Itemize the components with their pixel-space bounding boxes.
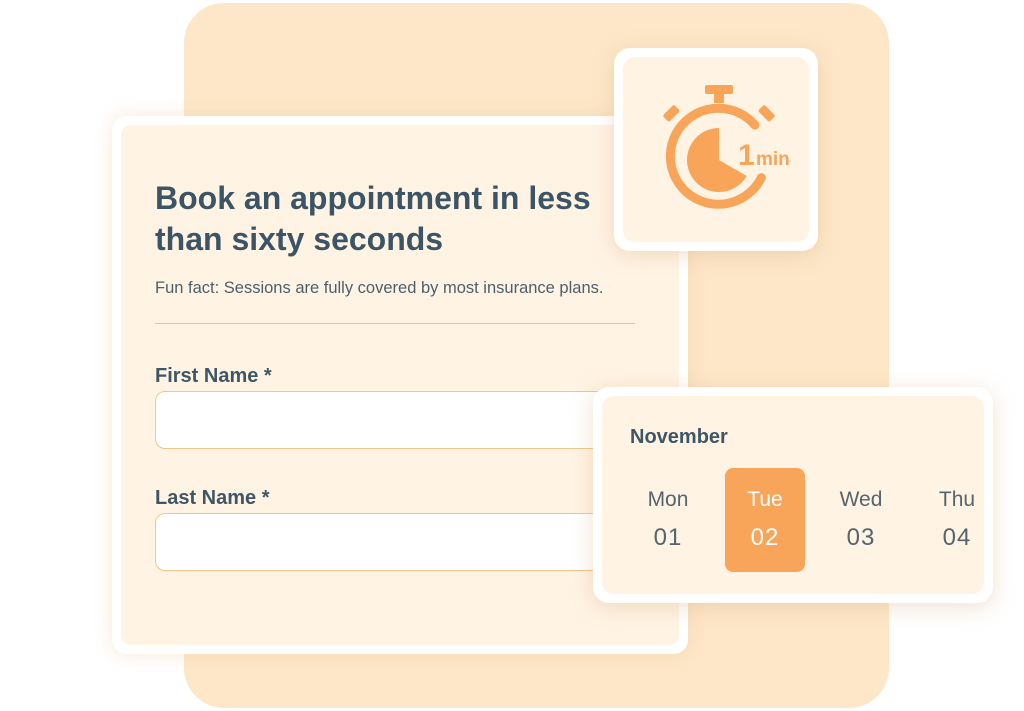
month-label: November bbox=[630, 426, 728, 448]
date-number: 04 bbox=[942, 524, 972, 551]
stopwatch-icon: 1 min bbox=[663, 85, 790, 209]
form-divider bbox=[155, 323, 635, 324]
weekday-label: Tue bbox=[747, 488, 783, 511]
date-picker: November Mon 01 Tue 02 Wed 03 Thu 04 bbox=[602, 396, 984, 594]
form-subtitle: Fun fact: Sessions are fully covered by … bbox=[155, 279, 604, 297]
first-name-label: First Name * bbox=[155, 365, 272, 387]
day-option-tue[interactable]: Tue 02 bbox=[725, 468, 805, 572]
date-picker-card: November Mon 01 Tue 02 Wed 03 Thu 04 bbox=[593, 387, 993, 603]
day-option-wed[interactable]: Wed 03 bbox=[821, 468, 901, 572]
timer-card: 1 min bbox=[614, 48, 818, 251]
last-name-label: Last Name * bbox=[155, 487, 270, 509]
form-title: Book an appointment in less than sixty s… bbox=[155, 180, 591, 257]
timer-unit: min bbox=[756, 149, 790, 170]
weekday-label: Wed bbox=[839, 488, 883, 511]
weekday-label: Thu bbox=[938, 488, 976, 511]
day-option-thu[interactable]: Thu 04 bbox=[917, 468, 993, 572]
date-number: 01 bbox=[653, 524, 683, 551]
date-number: 03 bbox=[846, 524, 876, 551]
date-number: 02 bbox=[750, 524, 780, 551]
first-name-field[interactable] bbox=[155, 391, 625, 449]
last-name-field[interactable] bbox=[155, 513, 625, 571]
weekday-label: Mon bbox=[647, 488, 689, 511]
stopwatch-crown bbox=[705, 85, 733, 94]
timer-value: 1 bbox=[738, 139, 755, 172]
day-option-mon[interactable]: Mon 01 bbox=[628, 468, 708, 572]
